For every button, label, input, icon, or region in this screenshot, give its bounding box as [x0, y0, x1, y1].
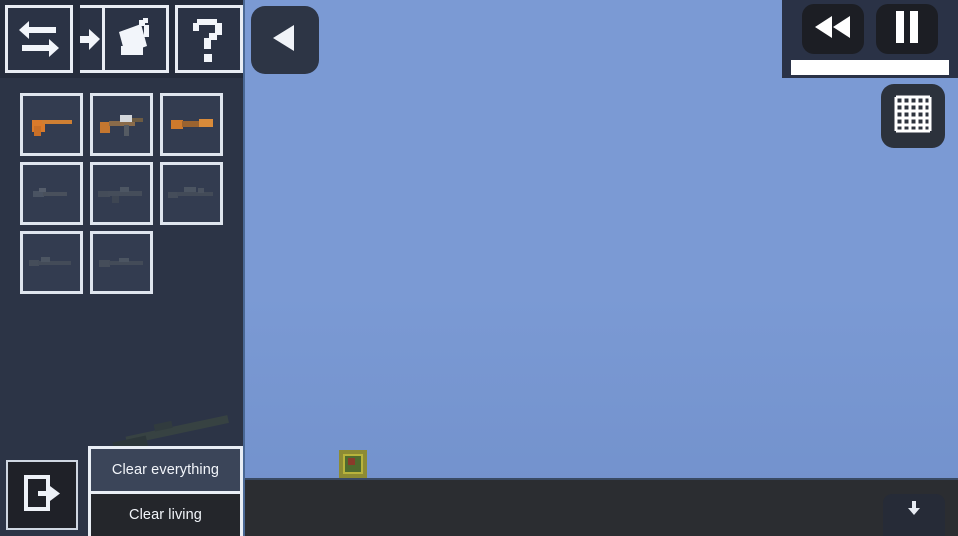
arrow-right-icon	[79, 24, 102, 54]
playback-progress-track[interactable]	[791, 60, 949, 75]
crate-marker	[348, 458, 355, 465]
weapon-slot[interactable]	[20, 93, 83, 156]
clear-everything-button[interactable]: Clear everything	[91, 449, 240, 491]
weapon-slot-grid	[20, 93, 230, 294]
question-mark-icon	[191, 15, 227, 63]
weapon-slot[interactable]	[90, 93, 153, 156]
weapon-slot[interactable]	[90, 231, 153, 294]
grid-icon	[892, 93, 934, 140]
rewind-button[interactable]	[802, 4, 864, 54]
download-tab-button[interactable]	[883, 494, 945, 536]
clear-living-button[interactable]: Clear living	[91, 494, 240, 536]
weapon-slot[interactable]	[160, 162, 223, 225]
clear-button-group: Clear everything Clear living	[88, 446, 243, 536]
crate-entity[interactable]	[339, 450, 367, 478]
play-left-icon	[268, 21, 302, 60]
arrow-tool-button[interactable]	[79, 5, 102, 73]
tool-toolbar	[0, 0, 243, 78]
weapon-slot[interactable]	[20, 231, 83, 294]
playback-panel	[782, 0, 958, 78]
exit-button[interactable]	[6, 460, 78, 530]
weapon-slot[interactable]	[90, 162, 153, 225]
download-arrow-icon	[907, 501, 921, 522]
paint-bucket-tool-button[interactable]	[101, 5, 170, 73]
pause-icon	[892, 10, 922, 49]
back-button[interactable]	[251, 6, 319, 74]
grid-toggle-button[interactable]	[881, 84, 945, 148]
pause-button[interactable]	[876, 4, 938, 54]
help-tool-button[interactable]	[175, 5, 243, 73]
swap-arrows-icon	[16, 17, 62, 61]
playback-progress-fill	[791, 60, 949, 75]
playback-buttons	[802, 4, 938, 54]
swap-tool-button[interactable]	[5, 5, 73, 73]
weapon-slot[interactable]	[160, 93, 223, 156]
paint-bucket-icon	[113, 16, 157, 62]
weapon-slot[interactable]	[20, 162, 83, 225]
game-screen: Clear everything Clear living	[0, 0, 958, 536]
rewind-icon	[813, 14, 853, 45]
exit-door-icon	[20, 471, 64, 520]
left-sidebar: Clear everything Clear living	[0, 0, 245, 536]
